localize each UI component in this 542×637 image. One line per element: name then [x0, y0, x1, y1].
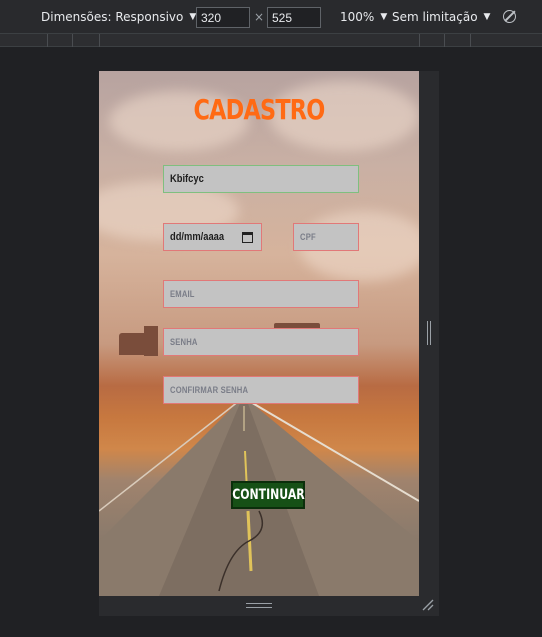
resize-grip-icon[interactable]: [246, 603, 272, 608]
media-query-ruler[interactable]: [0, 33, 542, 47]
birthdate-input[interactable]: dd/mm/aaaa: [163, 223, 262, 251]
page-title: CADASTRO: [193, 93, 325, 126]
resize-grip-icon[interactable]: [427, 321, 431, 345]
dimensions-dropdown[interactable]: Dimensões: Responsivo ▼: [41, 10, 196, 24]
confirm-password-input[interactable]: CONFIRMAR SENHA: [163, 376, 359, 404]
ruler-segment: [444, 34, 445, 47]
continue-button-label: CONTINUAR: [231, 487, 305, 503]
corner-resize-icon[interactable]: [422, 599, 434, 611]
ruler-segment: [419, 34, 420, 47]
chevron-down-icon: ▼: [483, 12, 491, 22]
device-toolbar: Dimensões: Responsivo ▼ × 100% ▼ Sem lim…: [0, 0, 542, 33]
email-input[interactable]: EMAIL: [163, 280, 359, 308]
throttle-dropdown[interactable]: Sem limitação ▼: [392, 10, 490, 24]
calendar-icon[interactable]: [242, 232, 253, 243]
throttle-label: Sem limitação: [392, 10, 478, 24]
zoom-label: 100%: [340, 10, 375, 24]
name-input-value: Kbifcyc: [170, 173, 204, 185]
ruler-segment: [99, 34, 100, 47]
rotate-icon[interactable]: [503, 10, 516, 23]
width-input[interactable]: [196, 7, 250, 28]
ruler-segment: [47, 34, 48, 47]
email-placeholder: EMAIL: [170, 289, 195, 299]
password-input[interactable]: SENHA: [163, 328, 359, 356]
dimensions-label: Dimensões: Responsivo: [41, 10, 184, 24]
times-separator: ×: [254, 10, 265, 24]
zoom-dropdown[interactable]: 100% ▼: [340, 10, 387, 24]
date-placeholder: dd/mm/aaaa: [170, 231, 225, 243]
name-input[interactable]: Kbifcyc: [163, 165, 359, 193]
password-placeholder: SENHA: [170, 337, 198, 347]
ruler-segment: [470, 34, 471, 47]
cpf-input[interactable]: CPF: [293, 223, 359, 251]
continue-button[interactable]: CONTINUAR: [231, 481, 305, 509]
cpf-placeholder: CPF: [300, 232, 316, 242]
ruler-segment: [72, 34, 73, 47]
height-input[interactable]: [267, 7, 321, 28]
confirm-password-placeholder: CONFIRMAR SENHA: [170, 385, 249, 395]
chevron-down-icon: ▼: [380, 12, 388, 22]
